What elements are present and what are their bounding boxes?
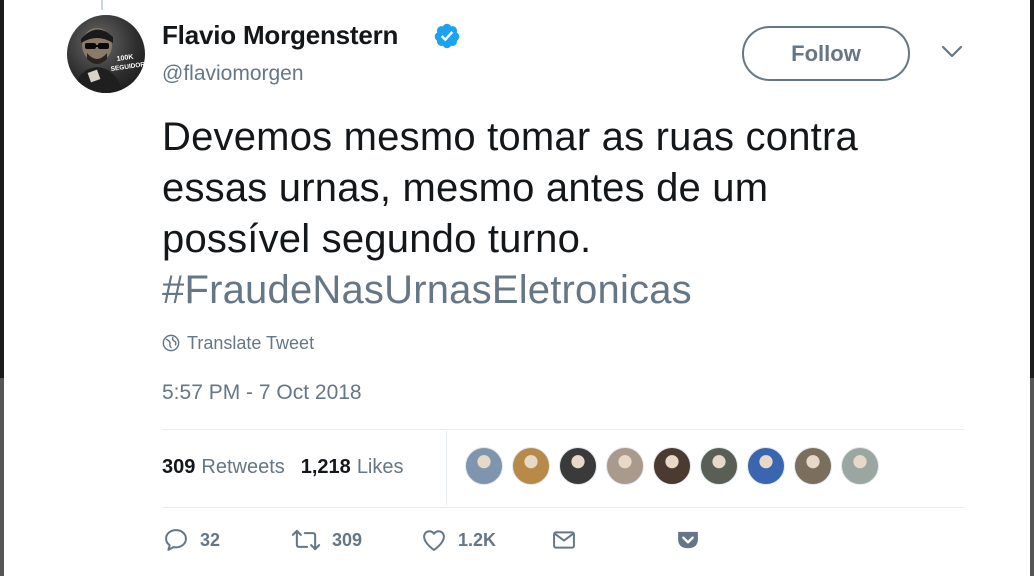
liker-8-avatar[interactable]: [794, 447, 832, 485]
tweet-timestamp[interactable]: 5:57 PM - 7 Oct 2018: [162, 381, 362, 405]
reply-icon: [165, 529, 187, 551]
liker-9-avatar[interactable]: [841, 447, 879, 485]
reply-count: 32: [200, 529, 221, 550]
avatar[interactable]: 100K SEGUIDORES: [67, 15, 145, 93]
window-edge-bottom-right: [1030, 378, 1034, 576]
direct-message-button[interactable]: [550, 524, 578, 556]
retweets-count: 309: [162, 455, 196, 478]
retweets-stat[interactable]: 309 Retweets: [162, 456, 285, 479]
reply-button[interactable]: 32: [162, 524, 220, 556]
envelope-icon: [553, 531, 575, 549]
tweet-line-2: essas urnas, mesmo antes de um: [162, 166, 769, 210]
retweets-label: Retweets: [201, 455, 285, 478]
follow-button[interactable]: Follow: [742, 26, 910, 81]
pocket-save-button[interactable]: [674, 524, 702, 556]
svg-text:100K: 100K: [116, 54, 134, 63]
liker-4-avatar[interactable]: [606, 447, 644, 485]
liker-2-avatar[interactable]: [512, 447, 550, 485]
tweet-stats: 309 Retweets 1,218 Likes: [162, 453, 404, 481]
thread-connector-line: [101, 0, 103, 10]
like-count: 1.2K: [458, 529, 497, 550]
author-name[interactable]: Flavio Morgenstern: [162, 20, 398, 51]
retweet-count: 309: [332, 529, 363, 550]
likes-stat[interactable]: 1,218 Likes: [301, 456, 404, 479]
heart-icon: [423, 530, 445, 551]
liker-7-avatar[interactable]: [747, 447, 785, 485]
retweet-icon: [291, 529, 321, 551]
retweet-button[interactable]: 309: [290, 524, 362, 556]
liker-1-avatar[interactable]: [465, 447, 503, 485]
stats-divider-top: [162, 429, 964, 430]
tweet-line-1: Devemos mesmo tomar as ruas contra: [162, 115, 858, 159]
tweet-text: Devemos mesmo tomar as ruas contra essas…: [162, 112, 982, 316]
translate-tweet-link[interactable]: Translate Tweet: [162, 330, 314, 356]
liker-3-avatar[interactable]: [559, 447, 597, 485]
likes-label: Likes: [356, 455, 404, 478]
liker-avatars: [465, 447, 888, 487]
stats-vertical-divider: [446, 431, 447, 505]
chevron-down-icon[interactable]: [940, 44, 964, 60]
tweet-line-3: possível segundo turno.: [162, 217, 592, 261]
translate-label: Translate Tweet: [187, 332, 315, 353]
tweet-page: 100K SEGUIDORES Flavio Morgenstern @flav…: [0, 0, 1034, 576]
window-edge-bottom-left: [0, 378, 4, 576]
hashtag-link[interactable]: #FraudeNasUrnasEletronicas: [162, 265, 982, 316]
likes-count: 1,218: [300, 455, 351, 478]
verified-badge-icon: [434, 23, 460, 49]
like-button[interactable]: 1.2K: [420, 524, 496, 556]
stats-divider-bottom: [162, 507, 964, 508]
author-handle[interactable]: @flaviomorgen: [162, 62, 304, 86]
svg-text:SEGUIDORES: SEGUIDORES: [110, 60, 145, 73]
liker-6-avatar[interactable]: [700, 447, 738, 485]
pocket-icon: [678, 531, 698, 549]
globe-icon: [162, 334, 180, 352]
liker-5-avatar[interactable]: [653, 447, 691, 485]
